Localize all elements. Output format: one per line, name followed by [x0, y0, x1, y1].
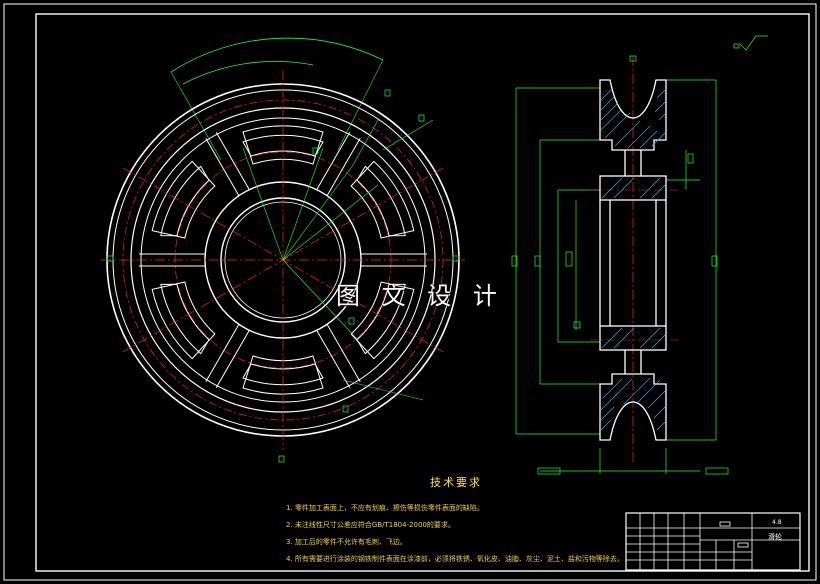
technical-requirements-title: 技术要求: [430, 476, 482, 489]
note-line-2: 2. 未注线性尺寸公差应符合GB/T1804-2000的要求。: [286, 521, 455, 529]
technical-requirements-notes: 1. 零件加工表面上，不应有划痕、擦伤等损伤零件表面的缺陷。 2. 未注线性尺寸…: [286, 500, 626, 568]
angle-dim-arc-inner: [182, 61, 314, 85]
angle-dim-arc-outer: [170, 37, 384, 73]
note-line-4: 4. 所有需要进行涂装的钢铁制件表面在涂漆前，必须将铁锈、氧化皮、油脂、灰尘、泥…: [286, 555, 624, 563]
title-block-part-name: 滑轮: [768, 532, 782, 541]
roughness-icon: [733, 35, 768, 51]
front-view-wheel: [101, 37, 465, 463]
note-line-1: 1. 零件加工表面上，不应有划痕、擦伤等损伤零件表面的缺陷。: [286, 504, 484, 512]
watermark-text: 图 文 设 计: [336, 282, 504, 310]
title-block-code: 4.8: [772, 519, 782, 526]
note-line-3: 3. 加工后的零件不允许有毛刺、飞边。: [286, 538, 407, 546]
side-section-view: [511, 35, 768, 475]
